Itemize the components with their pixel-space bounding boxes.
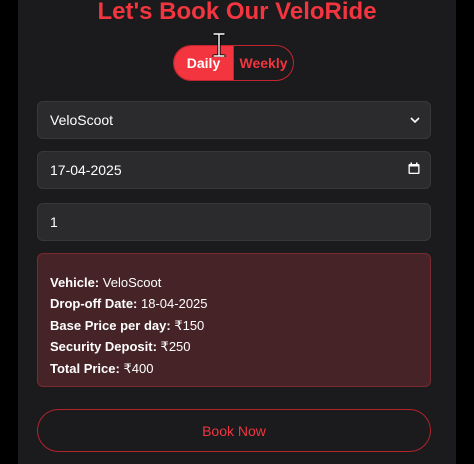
quantity-input[interactable]: 1 <box>37 203 431 241</box>
summary-vehicle-label: Vehicle: <box>50 275 100 290</box>
weekly-toggle-button[interactable]: Weekly <box>233 46 293 80</box>
vehicle-select[interactable]: VeloScoot <box>37 101 431 139</box>
summary-vehicle-value: VeloScoot <box>102 275 162 290</box>
summary-total-value: ₹400 <box>123 360 154 376</box>
summary-deposit-value: ₹250 <box>160 339 191 355</box>
summary-base-price-row: Base Price per day: ₹150 <box>50 315 418 336</box>
summary-vehicle-row: Vehicle: VeloScoot <box>50 272 418 293</box>
rental-period-toggle: Daily Weekly <box>173 45 294 81</box>
summary-dropoff-row: Drop-off Date: 18-04-2025 <box>50 293 418 314</box>
calendar-icon[interactable] <box>408 162 420 178</box>
summary-dropoff-value: 18-04-2025 <box>141 296 208 312</box>
booking-summary: Vehicle: VeloScoot Drop-off Date: 18-04-… <box>37 253 431 387</box>
summary-deposit-row: Security Deposit: ₹250 <box>50 336 418 357</box>
book-now-button[interactable]: Book Now <box>37 409 431 452</box>
summary-total-row: Total Price: ₹400 <box>50 358 418 379</box>
quantity-input-value: 1 <box>50 214 58 230</box>
page-title: Let's Book Our VeloRide <box>97 0 377 25</box>
date-input-value: 17-04-2025 <box>50 162 122 178</box>
summary-base-price-value: ₹150 <box>174 317 205 333</box>
summary-deposit-label: Security Deposit: <box>50 339 157 355</box>
date-input[interactable]: 17-04-2025 <box>37 151 431 189</box>
chevron-down-icon <box>410 113 420 127</box>
vehicle-select-value: VeloScoot <box>50 112 114 128</box>
booking-card: Let's Book Our VeloRide Daily Weekly Vel… <box>18 0 456 464</box>
text-cursor-icon <box>212 33 226 57</box>
summary-total-label: Total Price: <box>50 360 120 376</box>
summary-dropoff-label: Drop-off Date: <box>50 296 138 312</box>
summary-base-price-label: Base Price per day: <box>50 317 171 333</box>
